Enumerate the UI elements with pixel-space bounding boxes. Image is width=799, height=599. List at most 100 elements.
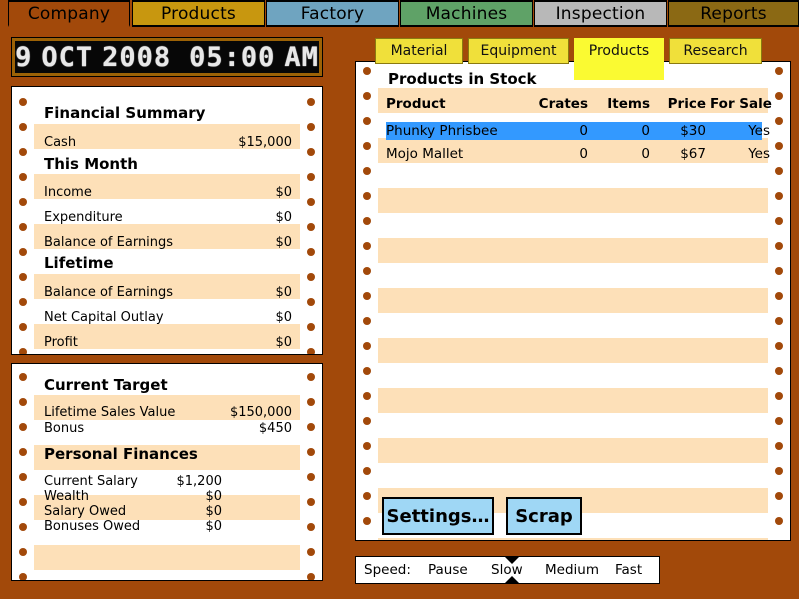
row-income-label: Income bbox=[44, 185, 92, 200]
feed-hole bbox=[307, 423, 315, 431]
feed-holes-right-3 bbox=[768, 62, 790, 540]
feed-hole bbox=[307, 373, 315, 381]
col-header-for-sale: For Sale bbox=[710, 96, 772, 112]
feed-hole bbox=[19, 548, 27, 556]
cell-crates: 0 bbox=[579, 123, 588, 139]
feed-hole bbox=[307, 273, 315, 281]
feed-holes-left-2 bbox=[12, 364, 34, 580]
speed-marker-bottom-icon bbox=[504, 576, 520, 584]
feed-hole bbox=[363, 117, 371, 125]
row-net-capital-outlay: Net Capital Outlay $0 bbox=[44, 310, 292, 327]
feed-hole bbox=[775, 67, 783, 75]
row-lifetime-sales-value-amount: $150,000 bbox=[229, 405, 292, 420]
cell-price: $30 bbox=[680, 123, 706, 139]
feed-hole bbox=[19, 223, 27, 231]
feed-hole bbox=[19, 423, 27, 431]
feed-hole bbox=[775, 467, 783, 475]
feed-hole bbox=[307, 148, 315, 156]
feed-hole bbox=[775, 192, 783, 200]
feed-hole bbox=[775, 217, 783, 225]
feed-hole bbox=[363, 242, 371, 250]
feed-hole bbox=[775, 167, 783, 175]
products-panel-title: Products in Stock bbox=[388, 70, 537, 88]
tab-products[interactable]: Products bbox=[132, 0, 265, 27]
feed-hole bbox=[363, 342, 371, 350]
feed-hole bbox=[307, 448, 315, 456]
feed-hole bbox=[775, 117, 783, 125]
feed-hole bbox=[775, 142, 783, 150]
feed-hole bbox=[307, 248, 315, 256]
row-expenditure-value: $0 bbox=[275, 210, 292, 225]
row-profit-value: $0 bbox=[275, 335, 292, 350]
feed-hole bbox=[19, 498, 27, 506]
cell-for-sale: Yes bbox=[748, 123, 770, 139]
feed-hole bbox=[307, 198, 315, 206]
target-personal-panel: Current Target Lifetime Sales Value $150… bbox=[11, 363, 323, 581]
speed-option-fast[interactable]: Fast bbox=[615, 562, 642, 578]
table-row[interactable]: Phunky Phrisbee 0 0 $30 Yes bbox=[386, 122, 770, 140]
feed-hole bbox=[775, 342, 783, 350]
clock-year: 2008 bbox=[102, 42, 171, 73]
row-salary-owed-value: $0 bbox=[205, 504, 222, 519]
row-bonuses-owed-label: Bonuses Owed bbox=[44, 519, 141, 534]
tab-factory[interactable]: Factory bbox=[266, 0, 399, 27]
subtab-material[interactable]: Material bbox=[375, 38, 463, 64]
feed-holes-left-3 bbox=[356, 62, 378, 540]
this-month-title: This Month bbox=[44, 155, 138, 173]
feed-hole bbox=[363, 67, 371, 75]
feed-hole bbox=[363, 317, 371, 325]
feed-hole bbox=[19, 173, 27, 181]
row-income: Income $0 bbox=[44, 185, 292, 202]
feed-hole bbox=[19, 98, 27, 106]
feed-hole bbox=[307, 223, 315, 231]
row-balance-lifetime-value: $0 bbox=[275, 285, 292, 300]
subtab-equipment[interactable]: Equipment bbox=[468, 38, 569, 64]
settings-button[interactable]: Settings… bbox=[382, 497, 494, 535]
tab-machines[interactable]: Machines bbox=[400, 0, 533, 27]
subtab-research[interactable]: Research bbox=[669, 38, 762, 64]
tab-company[interactable]: Company bbox=[8, 0, 130, 27]
speed-option-medium[interactable]: Medium bbox=[545, 562, 599, 578]
speed-option-pause[interactable]: Pause bbox=[428, 562, 468, 578]
cell-product: Phunky Phrisbee bbox=[386, 123, 498, 139]
scrap-button[interactable]: Scrap bbox=[506, 497, 582, 535]
clock-month: OCT bbox=[41, 42, 93, 73]
row-cash-value: $15,000 bbox=[238, 135, 292, 150]
clock-lcd: 9 OCT 2008 05:00 AM bbox=[15, 42, 319, 73]
feed-hole bbox=[307, 173, 315, 181]
feed-hole bbox=[775, 492, 783, 500]
speed-marker-top-icon bbox=[504, 556, 520, 564]
feed-hole bbox=[19, 448, 27, 456]
feed-hole bbox=[775, 92, 783, 100]
row-bonus-value: $450 bbox=[258, 421, 292, 436]
main-tab-bar: Company Products Factory Machines Inspec… bbox=[0, 0, 799, 27]
table-row[interactable]: Mojo Mallet 0 0 $67 Yes bbox=[386, 145, 770, 163]
feed-hole bbox=[19, 473, 27, 481]
tab-inspection[interactable]: Inspection bbox=[534, 0, 667, 27]
row-balance-month-label: Balance of Earnings bbox=[44, 235, 174, 250]
feed-hole bbox=[307, 298, 315, 306]
subtab-products[interactable]: Products bbox=[574, 38, 664, 80]
cell-items: 0 bbox=[641, 123, 650, 139]
feed-hole bbox=[19, 148, 27, 156]
feed-hole bbox=[19, 373, 27, 381]
row-bonus-label: Bonus bbox=[44, 421, 85, 436]
financial-summary-panel: Financial Summary Cash $15,000 This Mont… bbox=[11, 86, 323, 355]
row-bonuses-owed: Bonuses Owed $0 bbox=[44, 519, 292, 536]
row-income-value: $0 bbox=[275, 185, 292, 200]
row-profit-label: Profit bbox=[44, 335, 78, 350]
feed-hole bbox=[363, 517, 371, 525]
feed-hole bbox=[775, 367, 783, 375]
feed-hole bbox=[19, 123, 27, 131]
row-expenditure: Expenditure $0 bbox=[44, 210, 292, 227]
feed-hole bbox=[307, 398, 315, 406]
row-balance-month: Balance of Earnings $0 bbox=[44, 235, 292, 252]
feed-hole bbox=[775, 442, 783, 450]
row-wealth-value: $0 bbox=[205, 489, 222, 504]
feed-hole bbox=[775, 392, 783, 400]
row-current-salary-value: $1,200 bbox=[176, 474, 223, 489]
feed-hole bbox=[307, 498, 315, 506]
feed-holes-right bbox=[300, 87, 322, 354]
tab-reports[interactable]: Reports bbox=[668, 0, 799, 27]
feed-hole bbox=[307, 123, 315, 131]
